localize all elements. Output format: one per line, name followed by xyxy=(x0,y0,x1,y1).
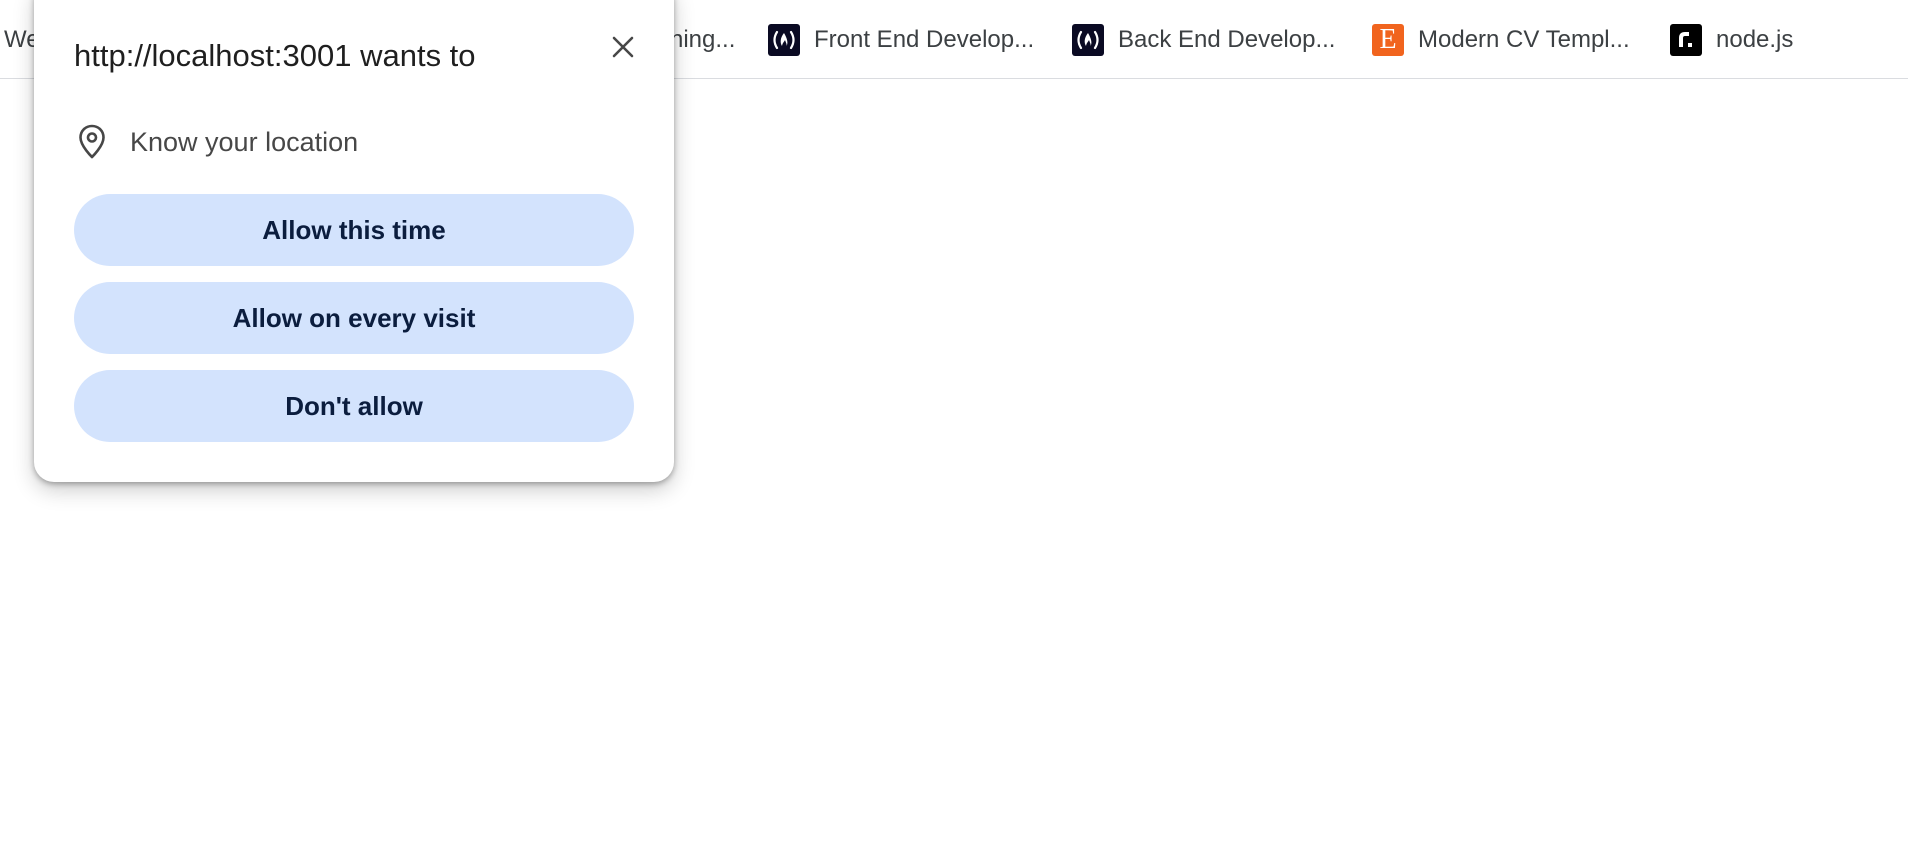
dont-allow-button[interactable]: Don't allow xyxy=(74,370,634,442)
allow-every-visit-button[interactable]: Allow on every visit xyxy=(74,282,634,354)
allow-this-time-button[interactable]: Allow this time xyxy=(74,194,634,266)
bookmark-item[interactable]: ning... xyxy=(670,0,735,79)
location-permission-popup: http://localhost:3001 wants to Know your… xyxy=(34,0,674,482)
bookmark-back-end[interactable]: Back End Develop... xyxy=(1072,0,1335,79)
freecodecamp-icon xyxy=(1072,23,1104,56)
bookmark-label: Modern CV Templ... xyxy=(1418,25,1630,53)
permission-row: Know your location xyxy=(74,122,358,162)
etsy-icon: E xyxy=(1372,23,1404,56)
close-icon xyxy=(611,35,635,64)
bookmark-label: Front End Develop... xyxy=(814,25,1035,53)
bookmark-label: node.js xyxy=(1716,25,1794,53)
popup-title: http://localhost:3001 wants to xyxy=(74,38,476,73)
freecodecamp-icon xyxy=(768,23,800,56)
bookmark-modern-cv[interactable]: E Modern CV Templ... xyxy=(1372,0,1630,79)
bookmark-nodejs[interactable]: node.js xyxy=(1670,0,1793,79)
close-button[interactable] xyxy=(594,20,652,78)
bookmark-label: Back End Develop... xyxy=(1118,25,1336,53)
bookmark-front-end[interactable]: Front End Develop... xyxy=(768,0,1034,79)
replit-r-icon xyxy=(1670,23,1702,56)
permission-label: Know your location xyxy=(130,126,359,157)
bookmark-label: ning... xyxy=(670,25,736,53)
location-pin-icon xyxy=(74,122,110,162)
